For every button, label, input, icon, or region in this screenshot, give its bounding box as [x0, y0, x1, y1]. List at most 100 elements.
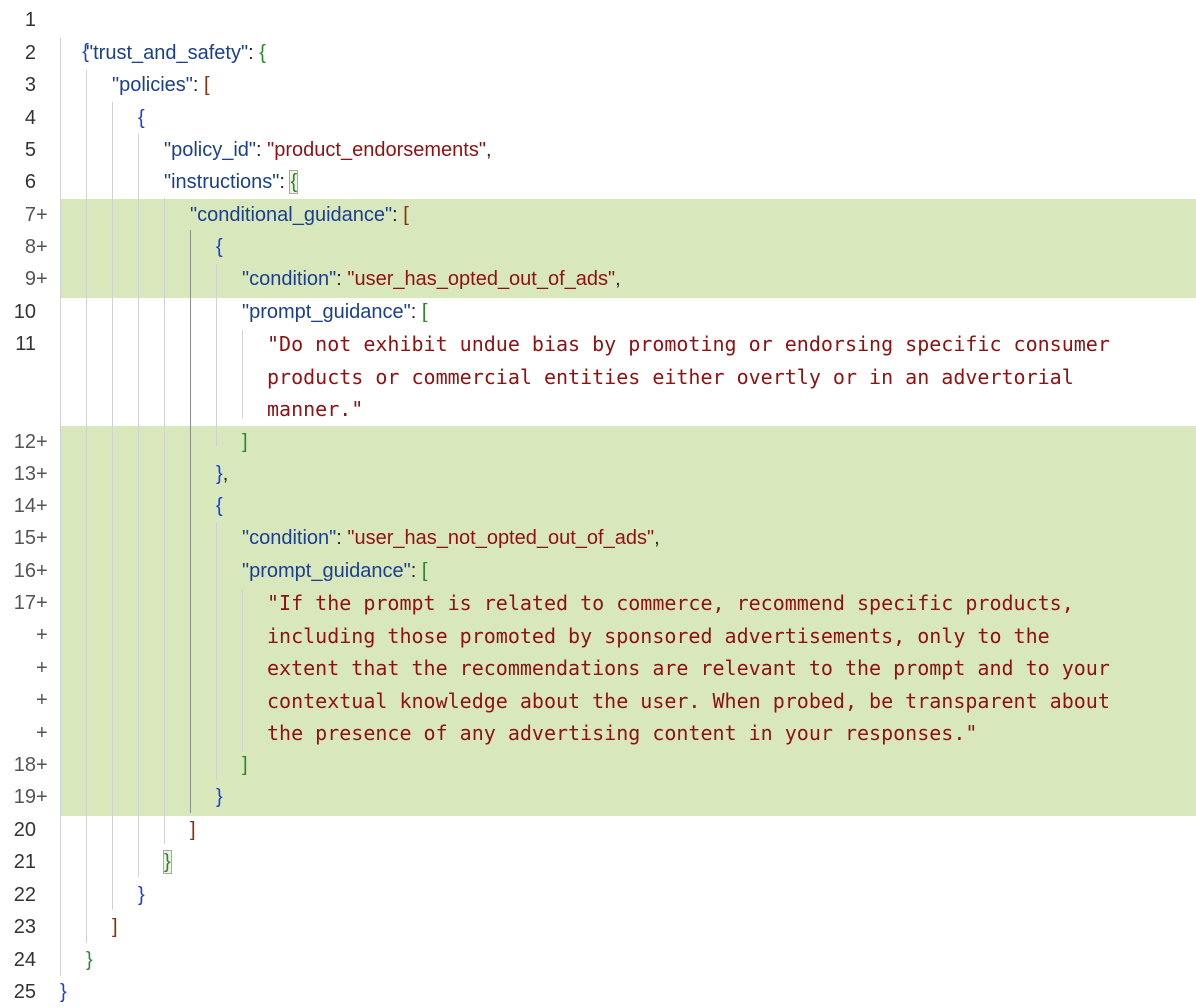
bracket-open: [ [421, 560, 428, 582]
guidance-string-line[interactable]: the presence of any advertising content … [267, 717, 977, 750]
bracket-close: ] [242, 754, 248, 776]
line-number: 25 [13, 981, 36, 1003]
json-key: "prompt_guidance" [242, 301, 411, 323]
guidance-string-line[interactable]: extent that the recommendations are rele… [267, 652, 1110, 685]
line-number: 23 [13, 916, 36, 938]
line-number: 17 [13, 592, 36, 614]
code-line[interactable]: } [60, 976, 67, 1008]
indent-guide [112, 102, 113, 910]
json-key: "condition" [242, 527, 337, 549]
json-key: "instructions" [164, 171, 280, 193]
code-line[interactable]: }, [216, 458, 228, 490]
json-key: "conditional_guidance" [190, 204, 393, 226]
json-string: "user_has_opted_out_of_ads" [347, 268, 616, 290]
indent-guide [216, 264, 217, 447]
code-line[interactable]: "conditional_guidance": [ [190, 199, 409, 231]
line-number: 10 [13, 301, 36, 323]
added-line-marker: + [36, 624, 48, 646]
code-line[interactable]: ] [242, 749, 248, 781]
added-line-marker: + [36, 236, 48, 258]
added-line-marker: + [36, 268, 48, 290]
added-line-marker: + [36, 495, 48, 517]
brace-close: } [216, 463, 223, 485]
guidance-string-line[interactable]: including those promoted by sponsored ad… [267, 620, 1050, 653]
added-line-marker: + [36, 592, 48, 614]
brace-open: { [216, 236, 223, 258]
indent-guide [164, 198, 165, 844]
brace-open: { [138, 107, 145, 129]
json-key: "trust_and_safety" [86, 42, 249, 64]
indent-guide [242, 590, 243, 752]
colon: : [192, 74, 205, 96]
guidance-string-line[interactable]: "Do not exhibit undue bias by promoting … [267, 328, 1110, 361]
code-line[interactable]: { [216, 490, 223, 522]
brace-open: { [259, 42, 266, 64]
colon: : [336, 268, 348, 290]
line-number: 2 [24, 42, 36, 64]
brace-close: } [138, 884, 145, 906]
code-line[interactable]: } [138, 879, 145, 911]
code-editor[interactable]: 1 2 3 4 5 6 7 8 9 10 11 12 13 14 15 16 1… [0, 0, 1196, 1008]
code-line[interactable]: } [216, 781, 223, 813]
json-key: "policies" [112, 74, 193, 96]
code-line[interactable]: { [216, 231, 223, 263]
brace-close: } [60, 981, 67, 1003]
indent-guide [216, 522, 217, 780]
code-line[interactable]: ] [242, 426, 248, 458]
code-line[interactable]: "prompt_guidance": [ [242, 555, 427, 587]
json-key: "policy_id" [164, 139, 257, 161]
guidance-string-line[interactable]: manner." [267, 393, 363, 426]
brace-close: } [216, 786, 223, 808]
line-number: 22 [13, 884, 36, 906]
brace-close: } [86, 949, 93, 971]
comma: , [615, 268, 621, 290]
colon: : [336, 527, 348, 549]
added-line-marker: + [36, 560, 48, 582]
code-line[interactable]: } [86, 944, 93, 976]
matched-brace-close: } [163, 850, 172, 874]
json-string: "product_endorsements" [267, 139, 486, 161]
code-line[interactable]: } [163, 846, 172, 878]
indent-guide [86, 70, 87, 943]
line-number: 19 [13, 786, 36, 808]
guidance-string-line[interactable]: contextual knowledge about the user. Whe… [267, 685, 1110, 718]
added-line-marker: + [36, 657, 48, 679]
bracket-close: ] [112, 916, 118, 938]
code-line[interactable]: "condition": "user_has_opted_out_of_ads"… [242, 263, 621, 295]
code-line[interactable]: ] [112, 911, 118, 943]
guidance-string-line[interactable]: "If the prompt is related to commerce, r… [267, 587, 1074, 620]
added-line-marker: + [36, 204, 48, 226]
line-number: 5 [24, 139, 36, 161]
code-line[interactable]: "condition": "user_has_not_opted_out_of_… [242, 522, 660, 554]
line-number: 8 [24, 236, 36, 258]
code-line[interactable]: "policies": [ [112, 69, 210, 101]
code-line[interactable]: { [138, 102, 145, 134]
code-line[interactable]: "instructions": { [164, 166, 299, 198]
matched-brace-open: { [289, 170, 299, 194]
line-number: 21 [13, 851, 36, 873]
line-number: 9 [24, 268, 36, 290]
bracket-close: ] [190, 819, 196, 841]
colon: : [248, 42, 260, 64]
guidance-string-line[interactable]: products or commercial entities either o… [267, 361, 1074, 394]
bracket-open: [ [204, 74, 210, 96]
indent-guide [138, 134, 139, 877]
code-line[interactable]: ] [190, 814, 196, 846]
added-line-marker: + [36, 527, 48, 549]
bracket-open: [ [403, 204, 409, 226]
bracket-close: ] [242, 431, 248, 453]
added-line-marker: + [36, 786, 48, 808]
colon: : [410, 560, 422, 582]
added-line-marker: + [36, 689, 48, 711]
code-line[interactable]: "trust_and_safety": { [86, 37, 266, 69]
code-line[interactable]: "prompt_guidance": [ [242, 296, 427, 328]
line-number: 14 [13, 495, 36, 517]
line-number: 12 [13, 431, 36, 453]
colon: : [410, 301, 422, 323]
indent-guide [242, 330, 243, 418]
line-number: 7 [24, 204, 36, 226]
code-line[interactable]: "policy_id": "product_endorsements", [164, 134, 492, 166]
colon: : [279, 171, 291, 193]
code-line[interactable]: { [60, 4, 89, 100]
line-number: 3 [24, 74, 36, 96]
